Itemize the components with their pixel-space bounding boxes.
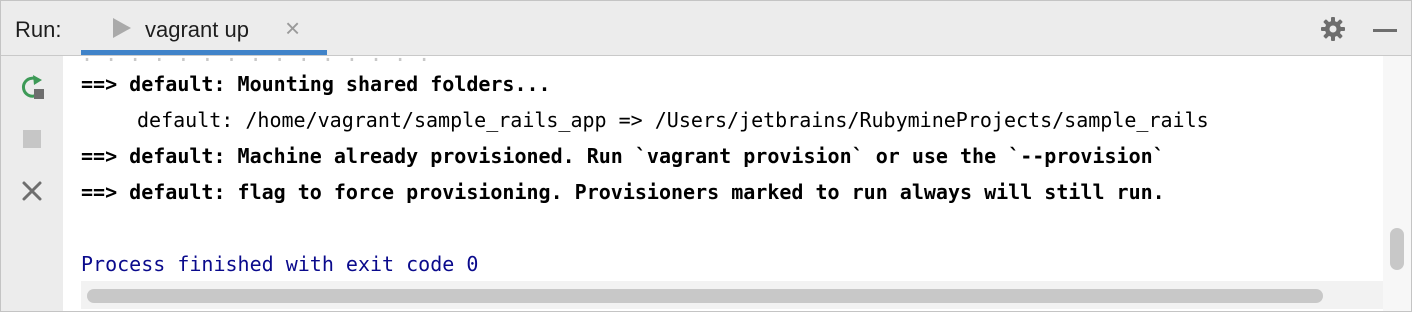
play-icon: [113, 18, 131, 38]
vertical-scroll-thumb[interactable]: [1390, 228, 1404, 270]
close-icon[interactable]: [17, 176, 47, 206]
tab-close-icon[interactable]: ×: [285, 13, 300, 43]
horizontal-scroll-thumb[interactable]: [87, 289, 1323, 303]
run-tool-window: Run: vagrant up × ==> default: Mounting …: [0, 0, 1412, 312]
left-toolbar: [1, 56, 63, 311]
gear-icon[interactable]: [1320, 16, 1346, 42]
tab-vagrant-up[interactable]: vagrant up ×: [81, 1, 327, 55]
run-header: Run: vagrant up ×: [1, 1, 1411, 56]
console-line: ==> default: Mounting shared folders...: [81, 72, 551, 96]
console-output[interactable]: . . . . . . . . . . . . . . . ==> defaul…: [63, 56, 1383, 311]
partially-scrolled-line: . . . . . . . . . . . . . . .: [81, 56, 430, 66]
run-label: Run:: [15, 17, 62, 42]
hide-icon[interactable]: [1373, 29, 1397, 32]
tab-title: vagrant up: [145, 17, 249, 42]
active-tab-indicator: [81, 50, 327, 55]
stop-square: [23, 130, 41, 148]
exit-code-line: Process finished with exit code 0: [81, 252, 479, 276]
rerun-icon[interactable]: [17, 72, 47, 102]
console-line: ==> default: Machine already provisioned…: [81, 144, 1165, 168]
console-line: default: /home/vagrant/sample_rails_app …: [137, 108, 1209, 132]
console-line: ==> default: flag to force provisioning.…: [81, 180, 1165, 204]
horizontal-scrollbar[interactable]: [81, 281, 1383, 309]
stop-icon[interactable]: [17, 124, 47, 154]
vertical-scrollbar[interactable]: [1383, 56, 1411, 311]
